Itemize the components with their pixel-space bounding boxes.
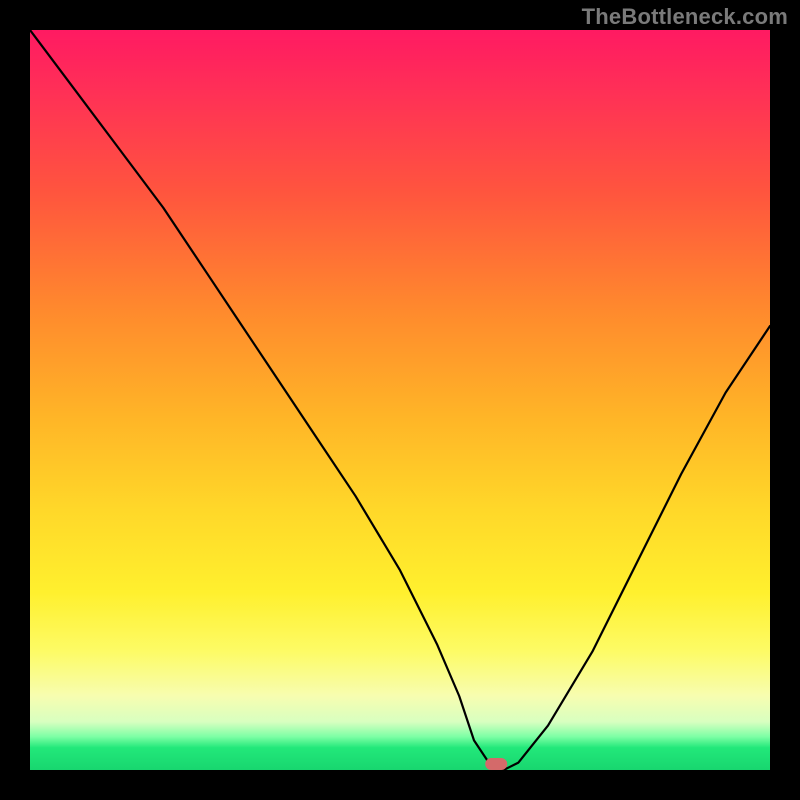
bottleneck-curve (30, 30, 770, 770)
plot-area (30, 30, 770, 770)
curve-svg (30, 30, 770, 770)
optimal-marker (485, 758, 507, 770)
watermark-text: TheBottleneck.com (582, 4, 788, 30)
chart-frame: TheBottleneck.com (0, 0, 800, 800)
